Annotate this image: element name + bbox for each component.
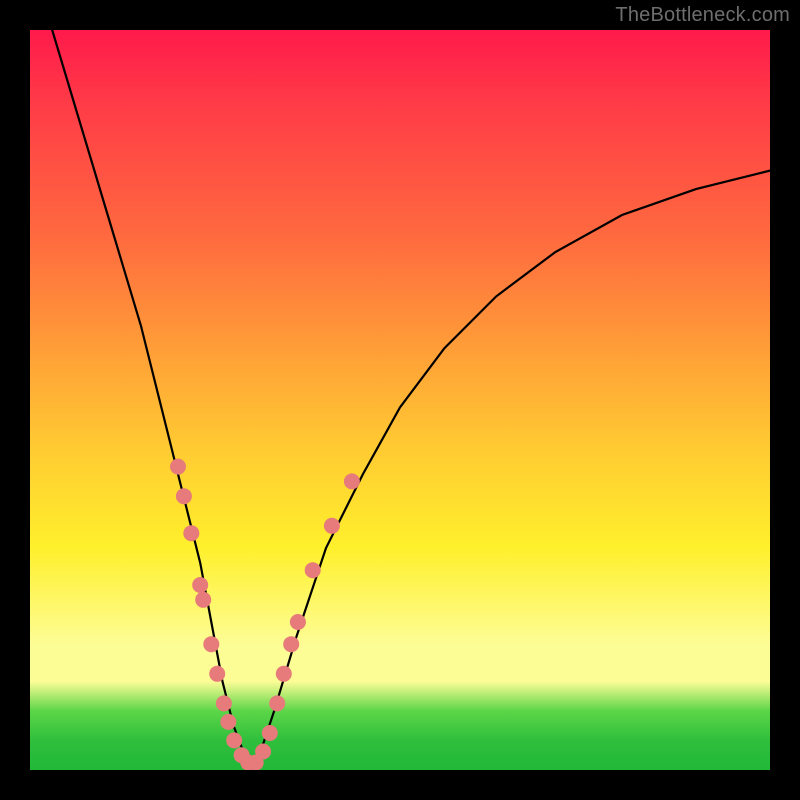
sample-dot — [183, 525, 199, 541]
watermark-text: TheBottleneck.com — [615, 4, 790, 27]
sample-dot — [283, 636, 299, 652]
sample-dot — [276, 666, 292, 682]
sample-dot — [209, 666, 225, 682]
sample-dot — [255, 744, 271, 760]
sample-dot — [305, 562, 321, 578]
sample-dot — [344, 473, 360, 489]
sample-dot — [220, 714, 236, 730]
sample-dot — [324, 518, 340, 534]
sample-dots — [30, 30, 770, 770]
sample-dot — [290, 614, 306, 630]
chart-frame: TheBottleneck.com — [0, 0, 800, 800]
sample-dot — [226, 732, 242, 748]
sample-dot — [195, 592, 211, 608]
plot-area — [30, 30, 770, 770]
sample-dot — [216, 695, 232, 711]
sample-dot — [176, 488, 192, 504]
sample-dot — [269, 695, 285, 711]
sample-dot — [170, 459, 186, 475]
sample-dot — [192, 577, 208, 593]
sample-dot — [262, 725, 278, 741]
sample-dot — [203, 636, 219, 652]
